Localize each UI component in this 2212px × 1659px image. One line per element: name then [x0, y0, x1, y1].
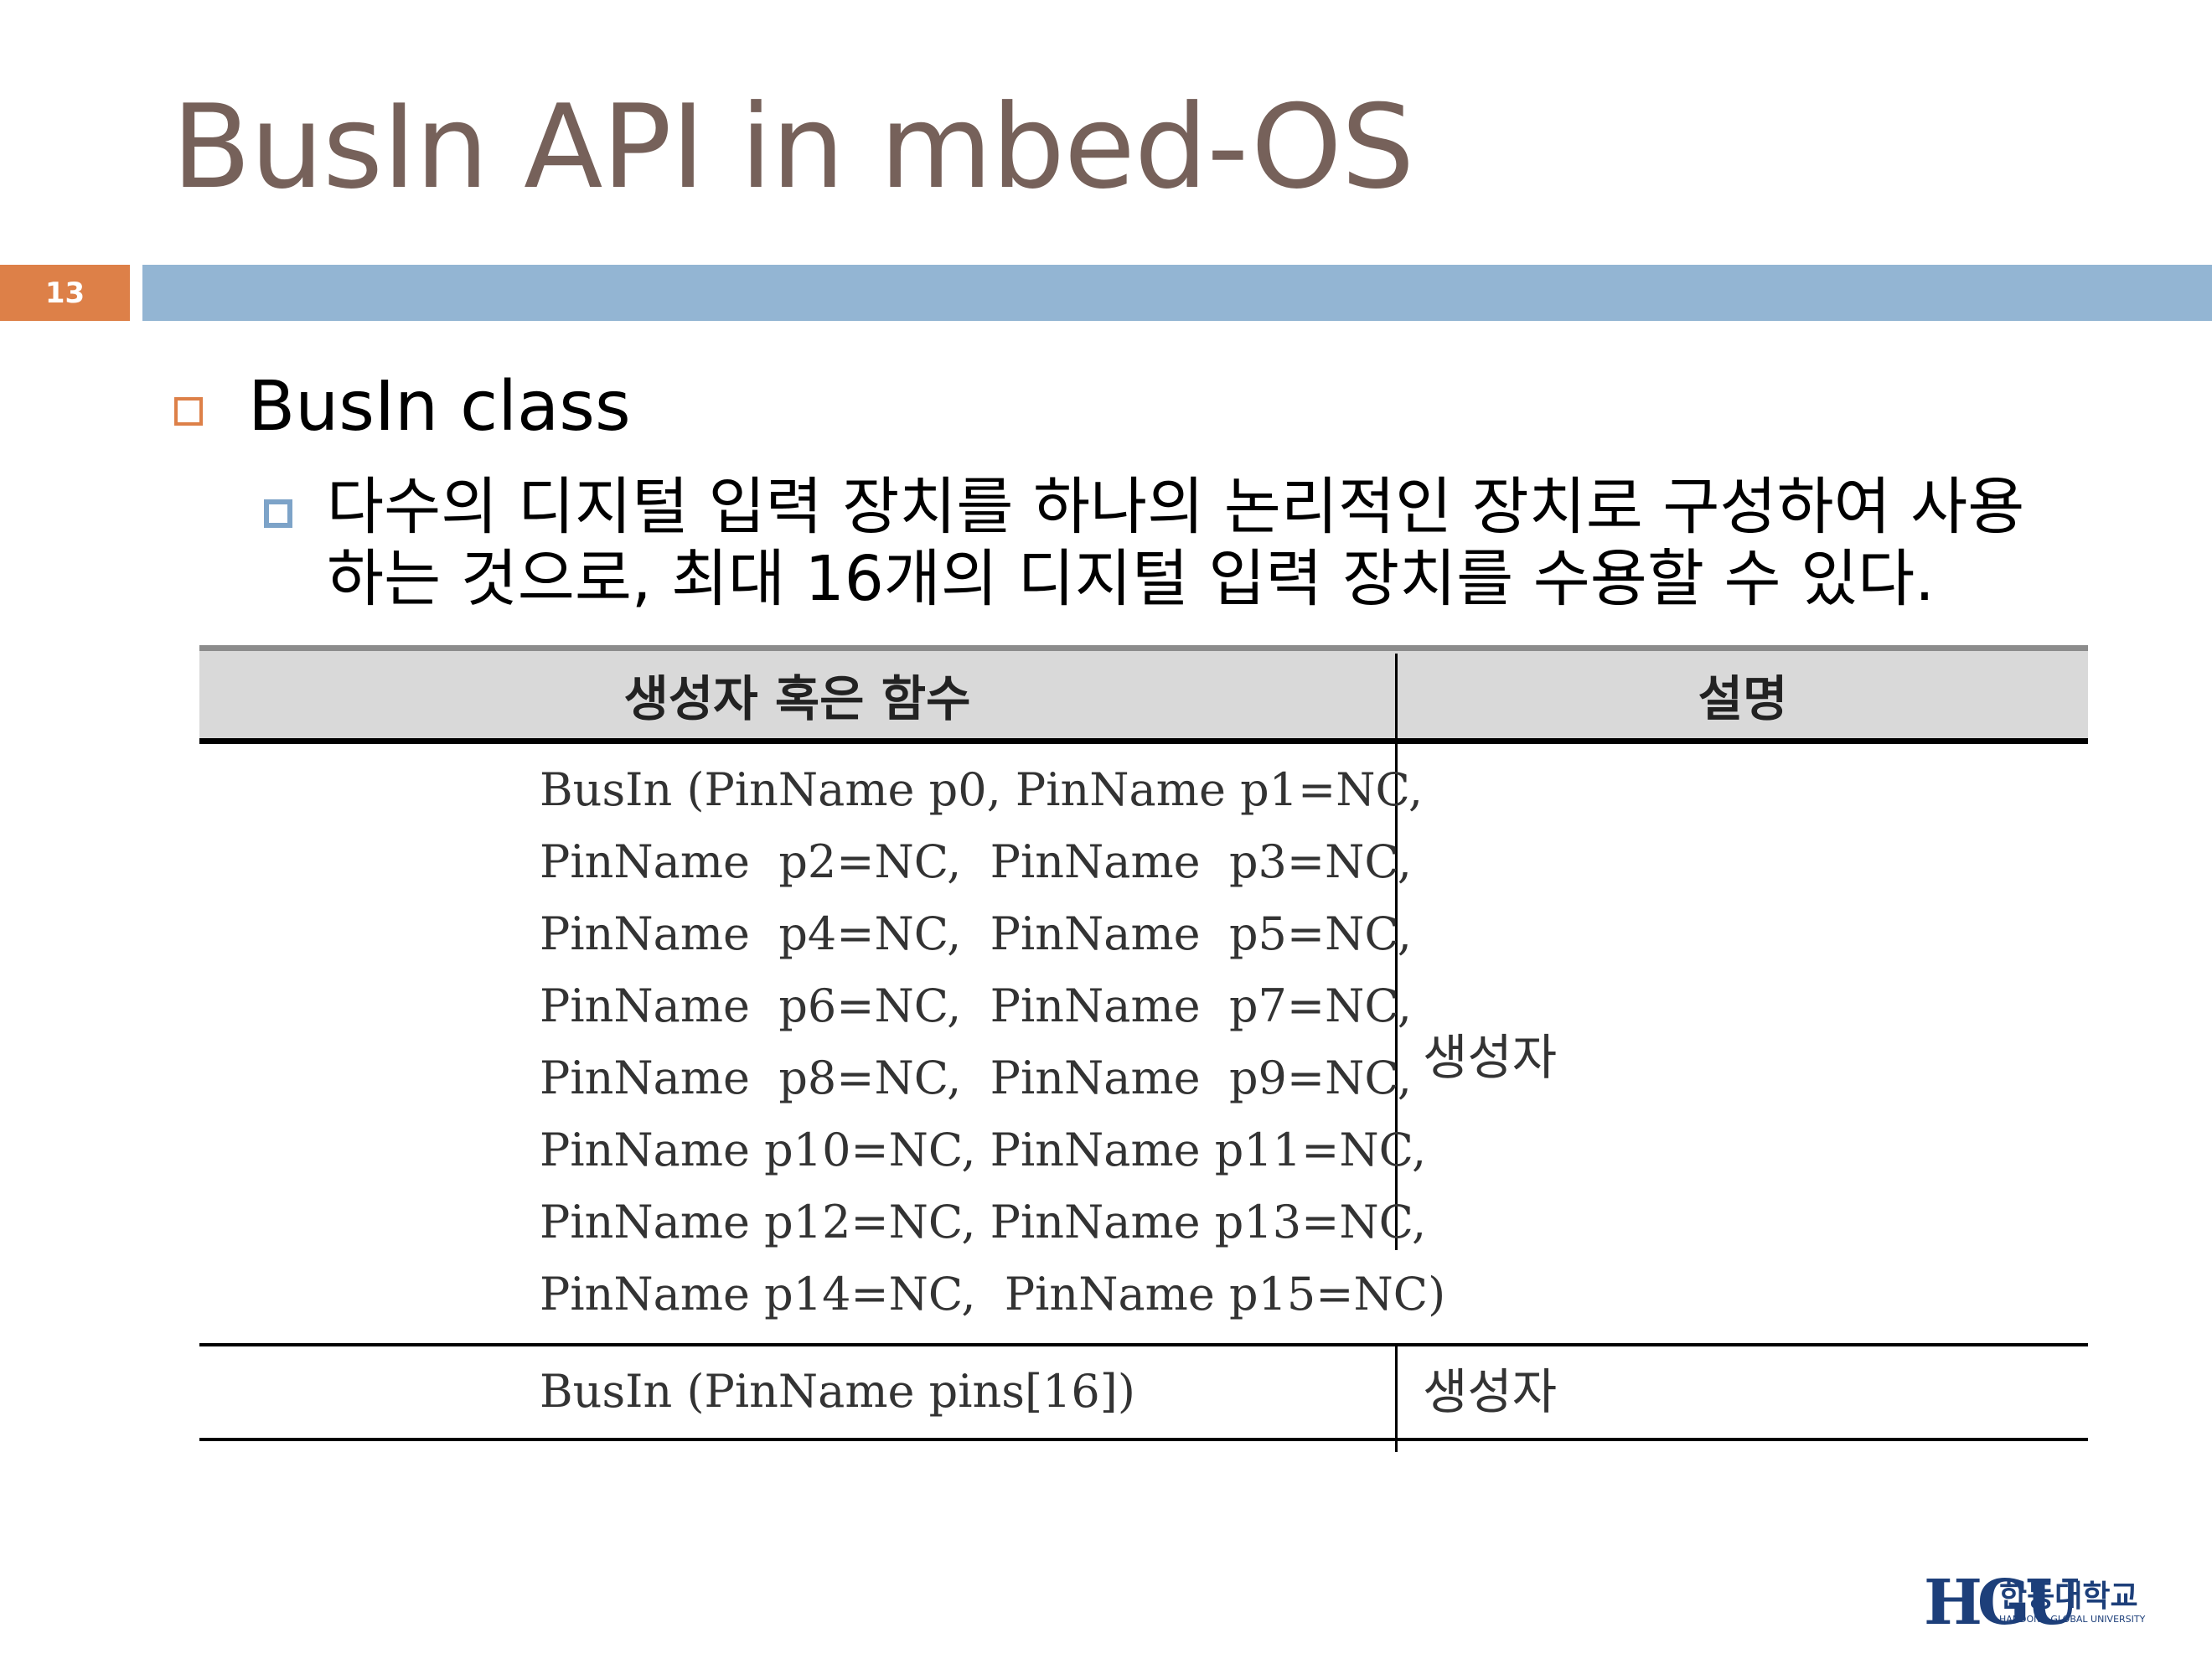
api-table: 생성자 혹은 함수 설명 BusIn (PinName p0, PinName …: [199, 645, 2088, 1452]
row-separator: [199, 1343, 2088, 1346]
code-line: PinName p4=NC, PinName p5=NC,: [540, 907, 1412, 960]
code-line: PinName p6=NC, PinName p7=NC,: [540, 979, 1412, 1032]
code-line: PinName p2=NC, PinName p3=NC,: [540, 835, 1412, 888]
table-row-2-description: 생성자: [1423, 1363, 1558, 1420]
column-divider: [1395, 1345, 1398, 1452]
code-line: PinName p10=NC, PinName p11=NC,: [540, 1124, 1427, 1176]
code-line: PinName p14=NC, PinName p15=NC): [540, 1268, 1446, 1320]
table-bottom-border: [199, 1438, 2088, 1441]
header-constructor-or-function: 생성자 혹은 함수: [623, 670, 971, 727]
filled-square-bullet-icon: [264, 499, 292, 528]
square-bullet-icon: [174, 397, 203, 426]
table-header: 생성자 혹은 함수 설명: [199, 645, 2088, 744]
bullet-level1: BusIn class: [248, 367, 631, 447]
page-number-badge: 13: [0, 265, 130, 321]
slide-title: BusIn API in mbed-OS: [172, 80, 1414, 214]
header-description: 설명: [1698, 670, 1788, 727]
logo-english-name: HANDONG GLOBAL UNIVERSITY: [1999, 1614, 2146, 1625]
table-row-1-description: 생성자: [1423, 1029, 1558, 1086]
table-row-2-code: BusIn (PinName pins[16]): [540, 1365, 1135, 1418]
page-number: 13: [44, 276, 85, 310]
logo-korean-name: 한동대학교: [1999, 1579, 2138, 1614]
title-divider-bar: [142, 265, 2212, 321]
code-line: PinName p12=NC, PinName p13=NC,: [540, 1196, 1427, 1248]
table-row-1-code: BusIn (PinName p0, PinName p1=NC, PinNam…: [540, 754, 1445, 1331]
university-logo: HGU 한동대학교 HANDONG GLOBAL UNIVERSITY: [1924, 1567, 2150, 1642]
code-line: BusIn (PinName p0, PinName p1=NC,: [540, 763, 1424, 816]
bullet-level2: 다수의 디지털 입력 장치를 하나의 논리적인 장치로 구성하여 사용하는 것으…: [327, 471, 2025, 615]
code-line: PinName p8=NC, PinName p9=NC,: [540, 1052, 1412, 1104]
